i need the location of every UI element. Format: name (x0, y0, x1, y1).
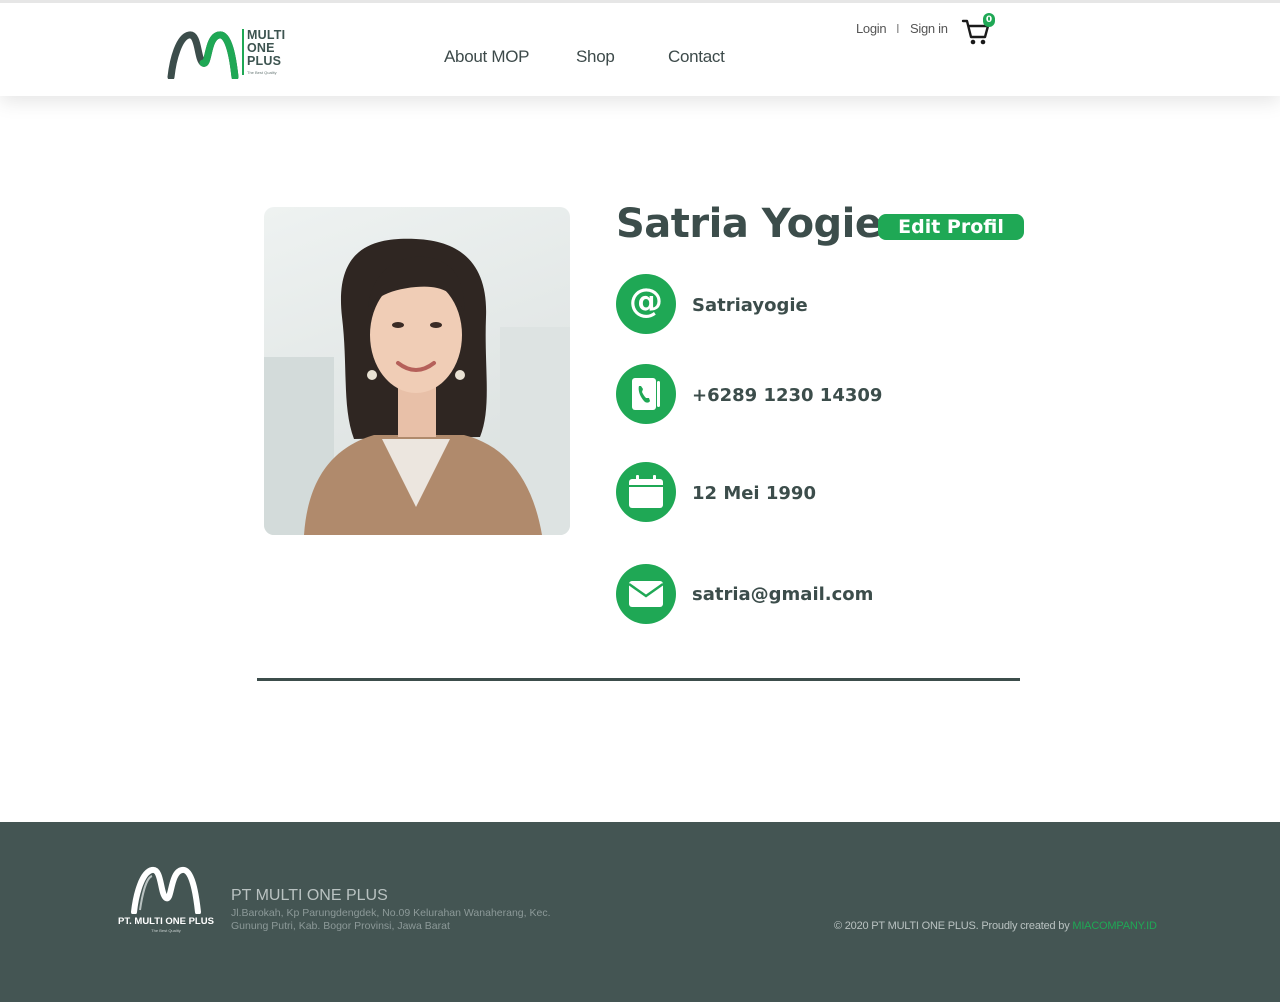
profile-photo (264, 207, 570, 535)
cart-button[interactable]: 0 (961, 13, 997, 47)
footer-logo-mark-icon (131, 867, 201, 915)
nav-shop[interactable]: Shop (576, 47, 615, 67)
auth-separator: I (896, 21, 900, 36)
cart-count-badge: 0 (983, 13, 995, 27)
logo-tagline: The Best Quality (247, 70, 277, 75)
section-divider (257, 678, 1020, 681)
username-value: Satriayogie (692, 295, 808, 316)
site-logo[interactable]: MULTI ONE PLUS The Best Quality (167, 27, 291, 79)
credit-link[interactable]: MIACOMPANY.ID (1072, 920, 1157, 932)
logo-mark-icon (167, 31, 239, 79)
edit-profile-button[interactable]: Edit Profil (878, 214, 1024, 240)
phone-value: +6289 1230 14309 (692, 385, 883, 406)
birthdate-value: 12 Mei 1990 (692, 483, 816, 504)
footer-company-name: PT MULTI ONE PLUS (231, 887, 388, 904)
site-header: MULTI ONE PLUS The Best Quality About MO… (0, 0, 1280, 96)
login-link[interactable]: Login (856, 21, 887, 36)
signin-link[interactable]: Sign in (910, 21, 948, 36)
profile-name: Satria Yogie (616, 201, 882, 247)
calendar-icon (616, 462, 676, 522)
footer-logo[interactable]: PT. MULTI ONE PLUS The Best Quality (118, 866, 214, 936)
logo-divider (242, 29, 244, 75)
footer-logo-name: PT. MULTI ONE PLUS (118, 916, 214, 927)
footer-address: Jl.Barokah, Kp Parungdengdek, No.09 Kelu… (231, 907, 551, 932)
envelope-icon (616, 564, 676, 624)
nav-about[interactable]: About MOP (444, 47, 529, 67)
logo-wordmark: MULTI ONE PLUS (247, 28, 286, 68)
profile-photo-illustration (264, 238, 570, 535)
footer-copyright: © 2020 PT MULTI ONE PLUS. Proudly create… (834, 920, 1157, 932)
nav-contact[interactable]: Contact (668, 47, 725, 67)
footer-logo-tagline: The Best Quality (151, 928, 181, 933)
email-value: satria@gmail.com (692, 584, 874, 605)
phone-book-icon (616, 364, 676, 424)
copyright-text: © 2020 PT MULTI ONE PLUS. Proudly create… (834, 920, 1070, 932)
at-sign-icon: @ (616, 274, 676, 334)
